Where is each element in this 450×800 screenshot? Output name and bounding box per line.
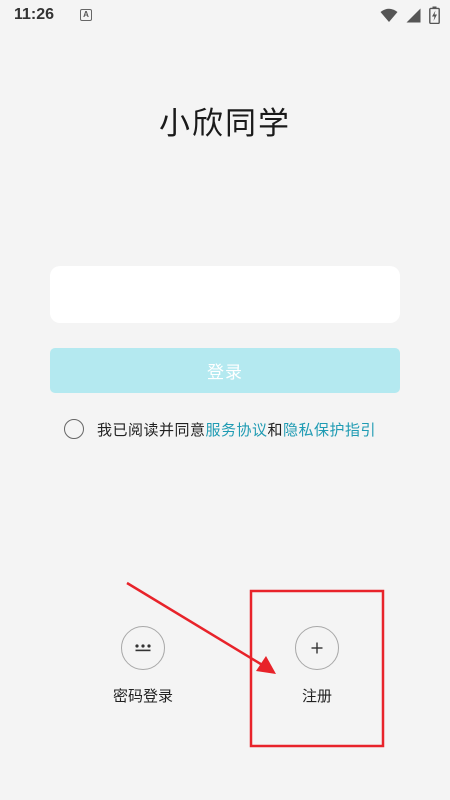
plus-icon	[311, 642, 323, 654]
status-icons	[380, 6, 440, 24]
login-screen: 11:26 A 小欣同学 登录 我已阅读并同意 服务协议 和 隐私保护指引 密码…	[0, 0, 450, 800]
privacy-guide-link[interactable]: 隐私保护指引	[283, 419, 376, 440]
register-label: 注册	[301, 687, 332, 705]
status-bar: 11:26 A	[0, 0, 450, 30]
login-button[interactable]: 登录	[50, 348, 400, 393]
pointer-arrow-head	[256, 656, 276, 674]
signal-icon	[406, 8, 421, 22]
wifi-icon	[380, 8, 398, 22]
dots-icon	[135, 644, 151, 652]
status-time: 11:26	[14, 6, 55, 23]
service-agreement-link[interactable]: 服务协议	[206, 419, 268, 440]
password-login-button[interactable]	[121, 626, 165, 670]
password-login-option[interactable]: 密码登录	[101, 626, 185, 706]
agreement-prefix: 我已阅读并同意	[97, 420, 206, 439]
notification-icon: A	[80, 9, 93, 21]
register-option[interactable]: 注册	[275, 626, 359, 706]
battery-charging-icon	[429, 6, 440, 24]
register-button[interactable]	[295, 626, 339, 670]
password-login-label: 密码登录	[112, 687, 173, 705]
agreement-row: 我已阅读并同意 服务协议 和 隐私保护指引	[64, 418, 376, 440]
agree-checkbox[interactable]	[64, 419, 84, 439]
account-input[interactable]	[50, 266, 400, 323]
app-title: 小欣同学	[159, 106, 291, 142]
agreement-and: 和	[267, 420, 284, 439]
